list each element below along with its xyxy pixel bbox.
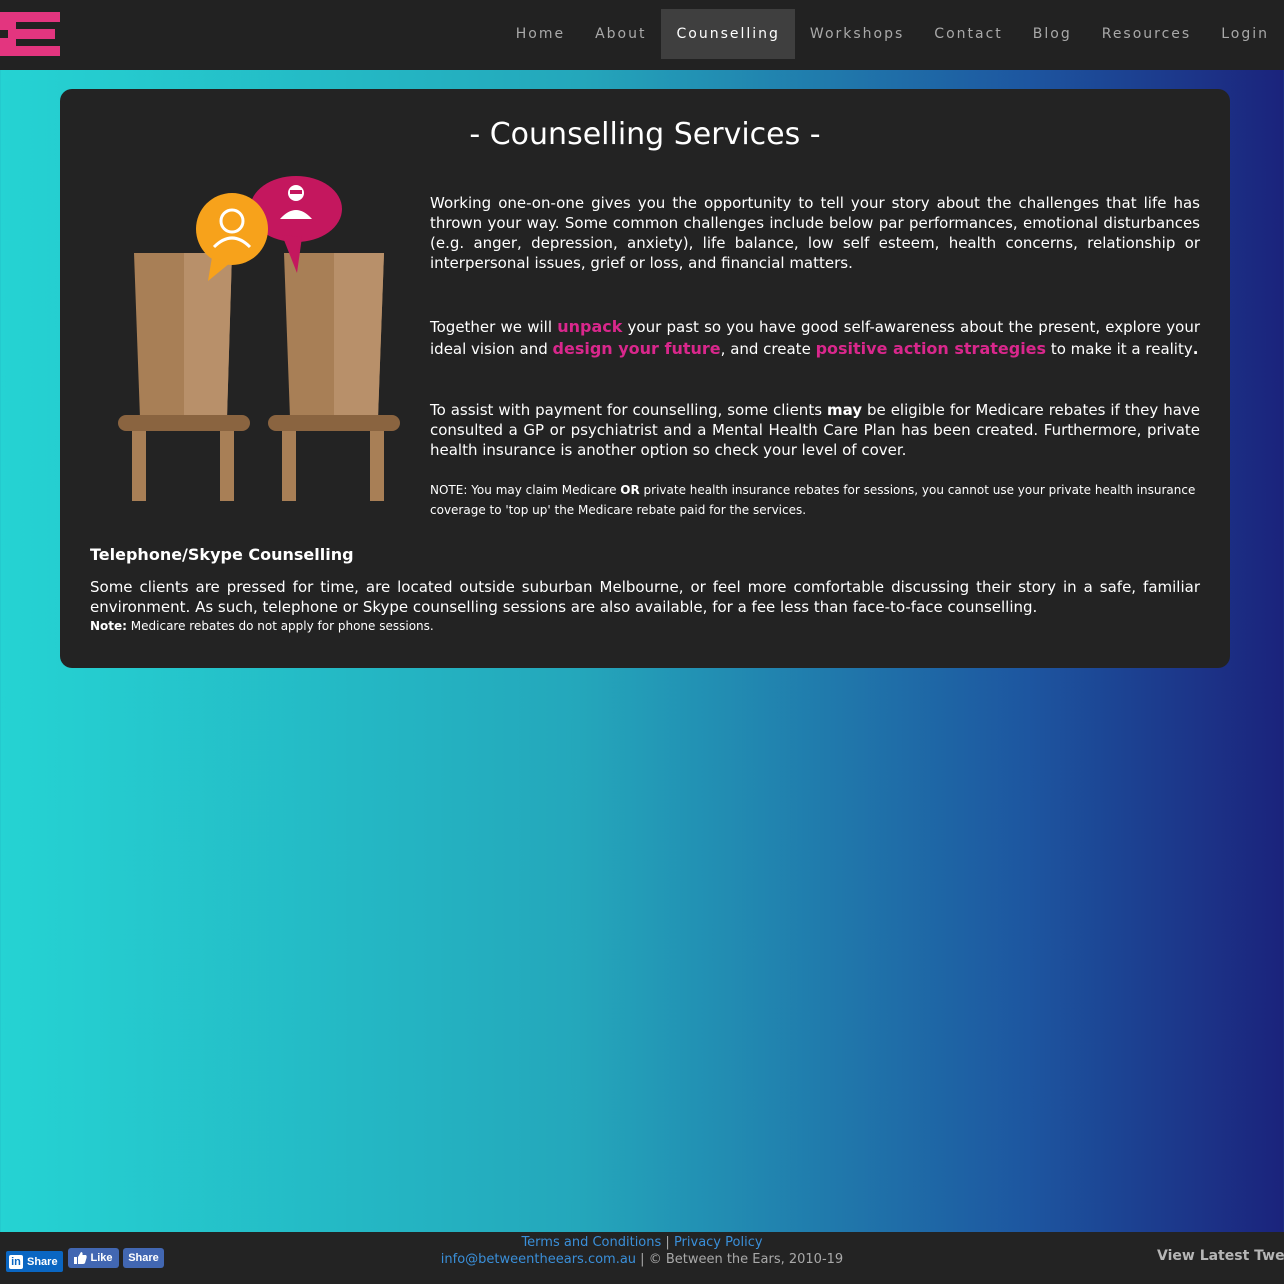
content-panel: - Counselling Services - Working one-on-… <box>60 89 1230 668</box>
payment-paragraph: To assist with payment for counselling, … <box>430 400 1200 460</box>
section-note: Note: Medicare rebates do not apply for … <box>90 619 434 633</box>
note-bold: OR <box>620 483 640 497</box>
section-heading: Telephone/Skype Counselling <box>90 545 354 564</box>
page-title: - Counselling Services - <box>469 117 821 152</box>
medicare-note: NOTE: You may claim Medicare OR private … <box>430 480 1200 520</box>
intro-paragraph: Working one-on-one gives you the opportu… <box>430 194 1200 272</box>
nav-resources[interactable]: Resources <box>1087 9 1207 59</box>
footer-links: Terms and Conditions | Privacy Policy in… <box>0 1234 1284 1268</box>
top-navbar: Home About Counselling Workshops Contact… <box>0 0 1284 70</box>
facebook-share-button[interactable]: Share <box>123 1248 164 1268</box>
section-note-text: Medicare rebates do not apply for phone … <box>126 619 434 633</box>
payment-text: To assist with payment for counselling, … <box>430 401 827 419</box>
section-note-label: Note: <box>90 619 127 633</box>
nav-counselling[interactable]: Counselling <box>661 9 795 59</box>
approach-paragraph: Together we will unpack your past so you… <box>430 316 1200 360</box>
nav-blog[interactable]: Blog <box>1018 9 1087 59</box>
approach-text: to make it a reality <box>1046 340 1193 358</box>
linkedin-share-button[interactable]: in Share <box>6 1251 63 1272</box>
terms-link[interactable]: Terms and Conditions <box>521 1235 661 1250</box>
linkedin-icon: in <box>9 1254 23 1269</box>
copyright-text: | © Between the Ears, 2010-19 <box>636 1252 844 1267</box>
facebook-share-label: Share <box>128 1252 159 1264</box>
footer: Terms and Conditions | Privacy Policy in… <box>0 1232 1284 1284</box>
highlight-unpack: unpack <box>557 317 623 336</box>
nav-contact[interactable]: Contact <box>919 9 1017 59</box>
facebook-like-button[interactable]: Like <box>68 1248 119 1268</box>
nav-home[interactable]: Home <box>501 9 580 59</box>
privacy-link[interactable]: Privacy Policy <box>674 1235 763 1250</box>
approach-text: Together we will <box>430 318 558 336</box>
main-nav: Home About Counselling Workshops Contact… <box>501 9 1284 59</box>
two-chairs-illustration <box>118 176 400 501</box>
nav-workshops[interactable]: Workshops <box>795 9 919 59</box>
brand-logo-icon[interactable] <box>0 8 64 60</box>
intro-text: Working one-on-one gives you the opportu… <box>430 193 1200 520</box>
approach-period: . <box>1192 340 1199 358</box>
payment-bold: may <box>826 401 863 419</box>
approach-text: , and create <box>720 340 816 358</box>
footer-separator: | <box>661 1235 674 1250</box>
nav-login[interactable]: Login <box>1206 9 1284 59</box>
highlight-design-future: design your future <box>552 339 721 358</box>
linkedin-share-label: Share <box>27 1255 58 1268</box>
view-latest-tweets[interactable]: View Latest Tweets <box>1157 1248 1284 1264</box>
email-link[interactable]: info@betweentheears.com.au <box>441 1252 636 1267</box>
facebook-like-label: Like <box>90 1252 113 1264</box>
note-text: NOTE: You may claim Medicare <box>430 483 621 497</box>
nav-about[interactable]: About <box>580 9 661 59</box>
section-body: Some clients are pressed for time, are l… <box>90 578 1200 616</box>
highlight-action-strategies: positive action strategies <box>815 339 1047 358</box>
thumbs-up-icon <box>74 1252 88 1264</box>
